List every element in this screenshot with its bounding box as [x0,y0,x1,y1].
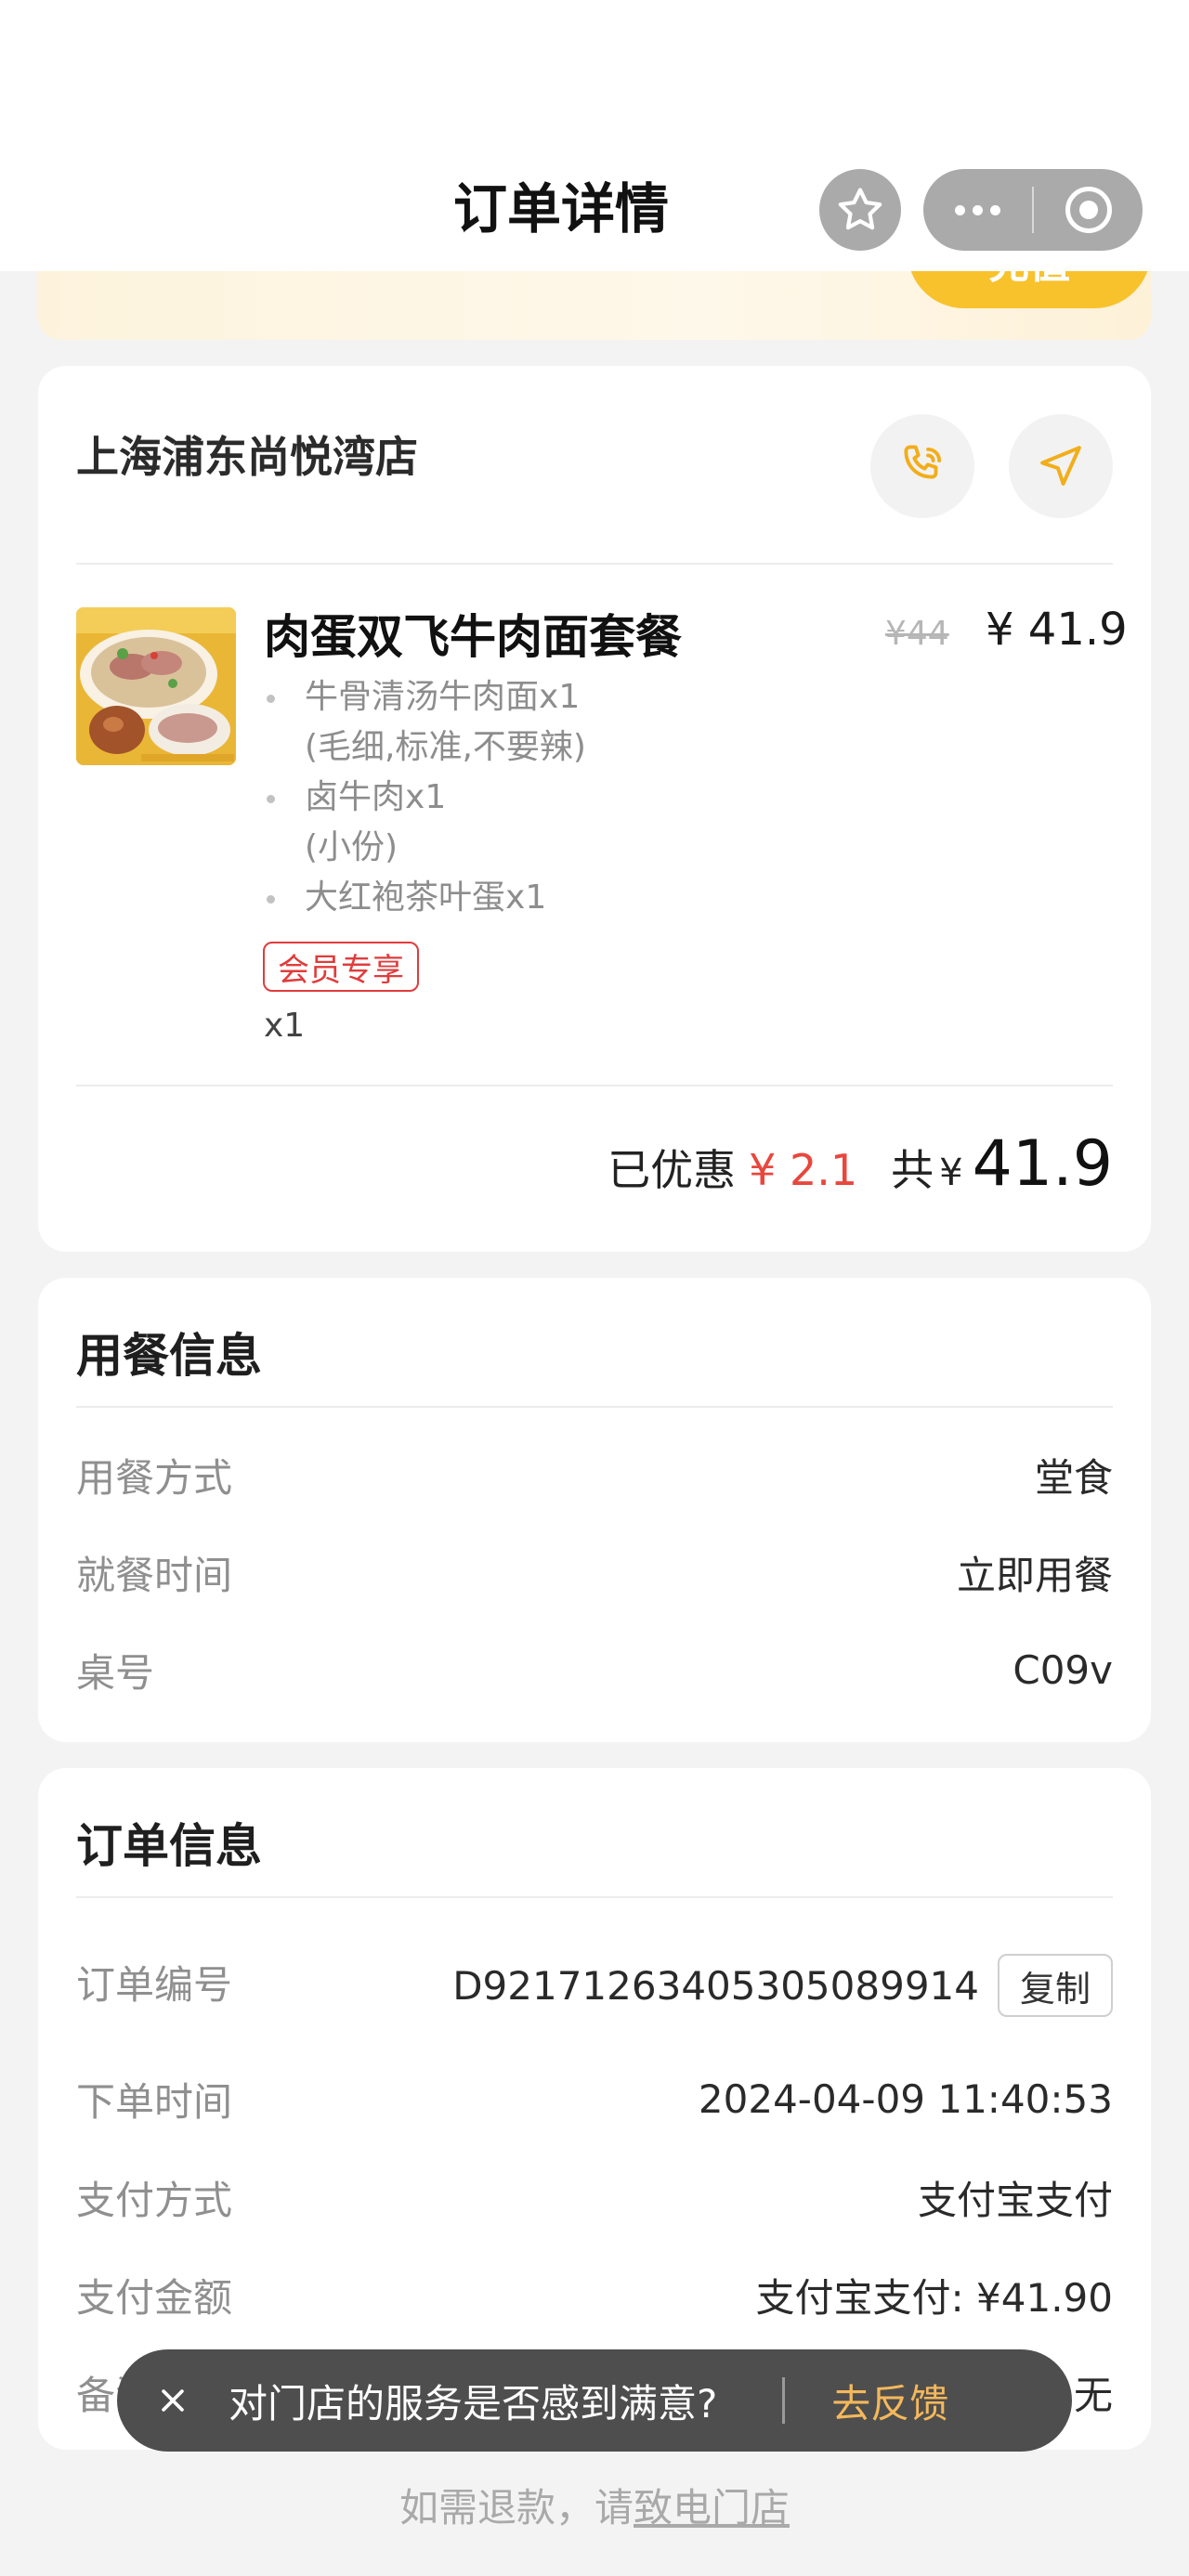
call-store-link[interactable]: 致电门店 [634,2485,790,2530]
give-feedback-button[interactable]: 去反馈 [831,2373,948,2429]
combo-item-spec: (小份) [305,828,399,866]
total-currency: ¥ [939,1151,963,1194]
dining-info-card: 用餐信息 用餐方式 堂食 就餐时间 立即用餐 桌号 C09v [38,1278,1151,1742]
combo-item-spec: (毛细,标准,不要辣) [305,728,586,766]
info-value: C09v [1013,1646,1113,1693]
info-label: 用餐方式 [76,1454,233,1501]
combo-item: 大红袍茶叶蛋x1 [264,873,895,923]
product-name: 肉蛋双飞牛肉面套餐 [264,610,682,664]
info-value: 2024-04-09 11:40:53 [698,2075,1113,2122]
favorite-button[interactable] [819,169,901,251]
combo-item-qty: x1 [405,778,447,816]
store-name: 上海浦东尚悦湾店 [76,432,418,482]
phone-icon [904,445,942,479]
info-row: 下单时间 2024-04-09 11:40:53 [76,2071,1113,2127]
order-number: D92171263405305089914 复制 [452,1954,1113,2017]
more-button[interactable] [923,169,1032,251]
divider [76,1085,1113,1086]
call-store-button[interactable] [870,414,974,518]
item-quantity: x1 [264,1007,306,1045]
section-title: 用餐信息 [76,1329,262,1383]
member-only-tag: 会员专享 [263,942,419,992]
more-dots-icon [955,204,965,215]
combo-item-name: 卤牛肉 [305,778,406,816]
combo-item-name: 牛骨清汤牛肉面 [305,678,540,716]
close-icon [162,2389,184,2412]
info-row: 用餐方式 堂食 [76,1447,1113,1503]
info-label: 支付方式 [76,2177,233,2223]
more-dot [973,204,983,215]
combo-item-name: 大红袍茶叶蛋 [305,878,506,917]
navigation-icon [1040,446,1081,486]
info-row: 支付金额 支付宝支付: ¥41.90 [76,2267,1113,2322]
combo-item: 牛骨清汤牛肉面x1 (毛细,标准,不要辣) [264,672,895,773]
order-info-card: 订单信息 订单编号 D92171263405305089914 复制 下单时间 … [38,1768,1151,2450]
copy-order-number-button[interactable]: 复制 [997,1954,1113,2017]
feedback-toast: 对门店的服务是否感到满意? 去反馈 [117,2349,1072,2452]
combo-item: 卤牛肉x1 (小份) [264,773,895,873]
bullet-icon [267,895,275,904]
total-label: 共 [891,1145,934,1195]
toast-divider [782,2377,786,2424]
divider [76,1406,1113,1408]
info-value: 支付宝支付: ¥41.90 [755,2274,1113,2321]
divider [76,563,1113,565]
target-close-icon [1065,187,1112,233]
refund-hint-text: 如需退款，请 [399,2485,634,2530]
info-label: 订单编号 [76,1962,233,2008]
order-items-card: 上海浦东尚悦湾店 肉蛋双飞牛肉面套餐 ¥44 ¥ 41.9 牛骨清汤牛肉面x1 … [38,366,1151,1252]
divider [76,1896,1113,1898]
discount-value: ¥ 2.1 [749,1145,858,1195]
noodle-bowl-image [76,607,236,765]
order-detail-page: 订单详情 充值 上海浦东尚悦湾店 [0,0,1189,2576]
bullet-icon [267,695,275,703]
total-value: 41.9 [972,1127,1113,1201]
product-image[interactable] [76,607,236,765]
combo-item-qty: x1 [505,878,547,917]
info-row: 就餐时间 立即用餐 [76,1544,1113,1600]
info-label: 支付金额 [76,2274,233,2321]
info-label: 桌号 [76,1649,155,1696]
original-price: ¥44 [885,615,949,653]
combo-item-list: 牛骨清汤牛肉面x1 (毛细,标准,不要辣) 卤牛肉x1 (小份) 大红袍茶叶蛋x… [264,672,895,923]
close-miniprogram-button[interactable] [1034,169,1143,251]
info-label: 下单时间 [76,2078,233,2125]
toast-close-button[interactable] [117,2349,229,2452]
feedback-prompt: 对门店的服务是否感到满意? [229,2380,718,2426]
info-value: 支付宝支付 [917,2177,1113,2223]
nav-header: 订单详情 [0,0,1189,271]
info-row: 支付方式 支付宝支付 [76,2169,1113,2225]
bullet-icon [267,795,275,803]
section-title: 订单信息 [76,1819,262,1873]
navigate-button[interactable] [1009,414,1113,518]
info-label: 就餐时间 [76,1552,233,1598]
order-total: 已优惠 ¥ 2.1 共 ¥ 41.9 [608,1127,1113,1201]
info-value: 立即用餐 [956,1552,1113,1598]
mini-program-capsule [923,169,1143,251]
info-value: 无 [1073,2372,1113,2418]
combo-item-qty: x1 [539,678,581,716]
info-value: 堂食 [1034,1454,1113,1501]
star-icon [838,188,882,230]
info-row: 订单编号 D92171263405305089914 复制 [76,1954,1113,2023]
discount-label: 已优惠 [608,1145,737,1195]
info-value: D92171263405305089914 [452,1962,979,2009]
refund-hint: 如需退款，请致电门店 [0,2477,1189,2533]
info-row: 桌号 C09v [76,1642,1113,1698]
current-price: ¥ 41.9 [986,604,1128,656]
more-dot [990,204,1000,215]
